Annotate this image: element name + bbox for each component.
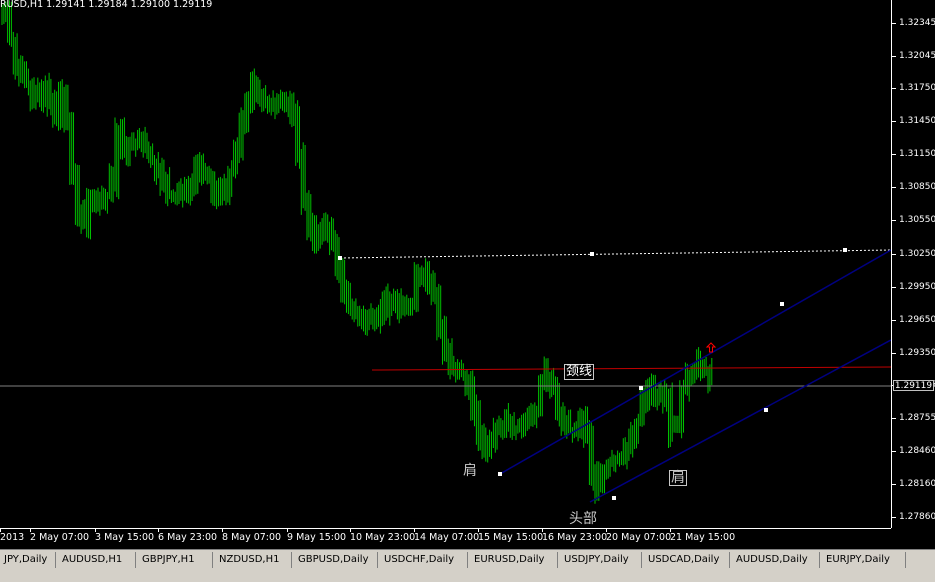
time-tick: 2 May 07:00 <box>30 528 90 543</box>
time-tick: 2013 <box>0 528 25 543</box>
price-tick: 1.28160 <box>892 479 935 489</box>
price-tick: 1.28755 <box>892 413 935 423</box>
handle[interactable] <box>764 408 768 412</box>
price-tick: 1.29350 <box>892 348 935 358</box>
channel-upper-line[interactable] <box>499 249 891 475</box>
price-axis[interactable]: 1.32345 1.32045 1.31750 1.31450 1.31150 1.308… <box>891 0 935 528</box>
time-tick: 9 May 15:00 <box>287 528 347 543</box>
candles <box>1 0 713 504</box>
price-tick: 1.31150 <box>892 149 935 159</box>
handle[interactable] <box>780 302 784 306</box>
symbol-header: RUSD,H1 1.29141 1.29184 1.29100 1.29119 <box>0 0 213 10</box>
handle[interactable] <box>498 472 502 476</box>
chart-area[interactable]: RUSD,H1 1.29141 1.29184 1.29100 1.29119 … <box>0 0 891 528</box>
chart-tab[interactable]: AUDUSD,Daily <box>732 552 820 568</box>
price-tick: 1.27860 <box>892 512 935 522</box>
left-shoulder-label[interactable]: 肩 <box>463 464 477 478</box>
price-tick: 1.28460 <box>892 446 935 456</box>
handle[interactable] <box>639 386 643 390</box>
chart-tab[interactable]: JPY,Daily <box>0 552 56 568</box>
time-tick: 6 May 23:00 <box>158 528 218 543</box>
right-shoulder-label[interactable]: 肩 <box>669 470 687 486</box>
chart-tab-bar: JPY,Daily AUDUSD,H1 GBPJPY,H1 NZDUSD,H1 GBPU… <box>0 549 935 582</box>
handle[interactable] <box>612 496 616 500</box>
chart-tab[interactable]: GBPUSD,Daily <box>294 552 378 568</box>
handle[interactable] <box>590 252 594 256</box>
chart-tab[interactable]: AUDUSD,H1 <box>58 552 136 568</box>
time-tick: 16 May 23:00 <box>542 528 608 543</box>
handle[interactable] <box>338 256 342 260</box>
up-arrow-icon[interactable] <box>705 342 717 353</box>
time-axis[interactable]: 2013 2 May 07:00 3 May 15:00 6 May 23:00 8 M… <box>0 528 891 549</box>
chart-tab[interactable]: EURUSD,Daily <box>470 552 558 568</box>
time-tick: 3 May 15:00 <box>95 528 155 543</box>
resistance-line[interactable] <box>339 249 891 259</box>
neckline-label[interactable]: 颈线 <box>564 364 595 380</box>
time-tick: 10 May 23:00 <box>350 528 416 543</box>
price-tick: 1.30850 <box>892 182 935 192</box>
time-tick: 8 May 07:00 <box>222 528 282 543</box>
time-tick: 21 May 15:00 <box>670 528 736 543</box>
chart-tab[interactable]: USDJPY,Daily <box>560 552 642 568</box>
time-tick: 15 May 15:00 <box>478 528 544 543</box>
handle[interactable] <box>843 248 847 252</box>
price-tick: 1.29950 <box>892 282 935 292</box>
channel-lower-line[interactable] <box>589 339 891 503</box>
price-tick: 1.32345 <box>892 18 935 28</box>
price-tick: 1.31450 <box>892 116 935 126</box>
price-tick: 1.30250 <box>892 249 935 259</box>
chart-tab[interactable]: EURJPY,Daily <box>822 552 906 568</box>
time-tick: 14 May 07:00 <box>414 528 480 543</box>
price-tick: 1.29650 <box>892 315 935 325</box>
time-tick: 20 May 07:00 <box>606 528 672 543</box>
price-tick: 1.31750 <box>892 83 935 93</box>
head-label[interactable]: 头部 <box>569 512 597 526</box>
price-tick: 1.32045 <box>892 51 935 61</box>
chart-tab[interactable]: USDCHF,Daily <box>380 552 468 568</box>
price-tick: 1.30550 <box>892 215 935 225</box>
chart-tab[interactable]: GBPJPY,H1 <box>138 552 213 568</box>
price-chart[interactable] <box>0 0 891 528</box>
current-price-label: 1.29119 <box>893 380 934 391</box>
chart-tab[interactable]: USDCAD,Daily <box>644 552 730 568</box>
chart-tab[interactable]: NZDUSD,H1 <box>215 552 292 568</box>
